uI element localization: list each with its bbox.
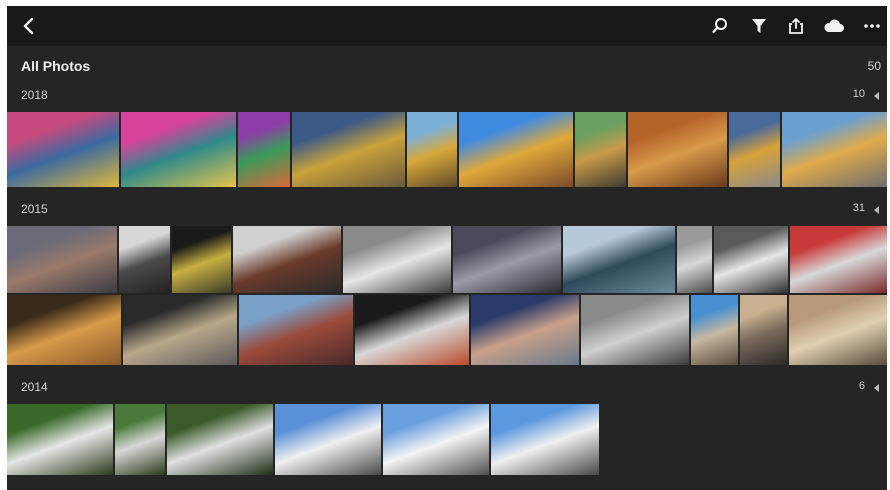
collapse-arrow-icon[interactable] xyxy=(874,92,879,100)
photo-thumbnail[interactable] xyxy=(172,226,231,293)
photo-thumbnail[interactable] xyxy=(729,112,780,187)
photo-thumbnail[interactable] xyxy=(383,404,489,475)
chevron-left-icon[interactable] xyxy=(15,6,43,46)
photo-thumbnail[interactable] xyxy=(453,226,561,293)
photo-thumbnail[interactable] xyxy=(239,295,353,365)
photo-thumbnail[interactable] xyxy=(563,226,675,293)
photo-thumbnail[interactable] xyxy=(275,404,381,475)
photo-thumbnail[interactable] xyxy=(7,404,113,475)
photo-thumbnail[interactable] xyxy=(782,112,887,187)
share-icon[interactable] xyxy=(783,6,809,46)
cloud-icon[interactable] xyxy=(821,6,847,46)
top-toolbar xyxy=(7,6,887,46)
photo-thumbnail[interactable] xyxy=(343,226,451,293)
section-header-2015[interactable]: 2015 31 xyxy=(7,197,887,221)
collapse-arrow-icon[interactable] xyxy=(874,206,879,214)
photo-thumbnail[interactable] xyxy=(575,112,626,187)
section-count: 10 xyxy=(852,88,865,100)
section-header-2018[interactable]: 2018 10 xyxy=(7,83,887,107)
photo-thumbnail[interactable] xyxy=(121,112,236,187)
photo-thumbnail[interactable] xyxy=(491,404,599,475)
photo-thumbnail[interactable] xyxy=(407,112,457,187)
photo-thumbnail[interactable] xyxy=(628,112,727,187)
photo-thumbnail[interactable] xyxy=(740,295,787,365)
photo-thumbnail[interactable] xyxy=(789,295,887,365)
photo-thumbnail[interactable] xyxy=(581,295,689,365)
photo-thumbnail[interactable] xyxy=(7,112,119,187)
app-window: All Photos 50 2018 10 2015 31 2014 6 xyxy=(7,6,887,490)
album-header: All Photos 50 xyxy=(7,50,887,80)
photo-thumbnail[interactable] xyxy=(115,404,165,475)
photo-thumbnail[interactable] xyxy=(7,226,117,293)
photo-thumbnail[interactable] xyxy=(355,295,469,365)
section-year: 2015 xyxy=(21,202,48,216)
section-count: 6 xyxy=(858,380,865,392)
photo-thumbnail[interactable] xyxy=(790,226,887,293)
search-icon[interactable] xyxy=(707,6,733,46)
photo-thumbnail[interactable] xyxy=(714,226,788,293)
section-count: 31 xyxy=(852,202,865,214)
photo-thumbnail[interactable] xyxy=(292,112,405,187)
photo-thumbnail[interactable] xyxy=(119,226,170,293)
photo-thumbnail[interactable] xyxy=(123,295,237,365)
photo-thumbnail[interactable] xyxy=(238,112,290,187)
filter-icon[interactable] xyxy=(746,6,772,46)
photo-thumbnail[interactable] xyxy=(459,112,573,187)
more-icon[interactable] xyxy=(859,6,885,46)
photo-thumbnail[interactable] xyxy=(233,226,341,293)
photo-count: 50 xyxy=(867,59,881,73)
section-year: 2014 xyxy=(21,380,48,394)
photo-thumbnail[interactable] xyxy=(167,404,273,475)
photo-thumbnail[interactable] xyxy=(471,295,579,365)
collapse-arrow-icon[interactable] xyxy=(874,384,879,392)
section-year: 2018 xyxy=(21,88,48,102)
section-header-2014[interactable]: 2014 6 xyxy=(7,375,887,399)
photo-thumbnail[interactable] xyxy=(677,226,712,293)
photo-thumbnail[interactable] xyxy=(7,295,121,365)
photo-thumbnail[interactable] xyxy=(691,295,738,365)
page-title: All Photos xyxy=(21,58,91,74)
